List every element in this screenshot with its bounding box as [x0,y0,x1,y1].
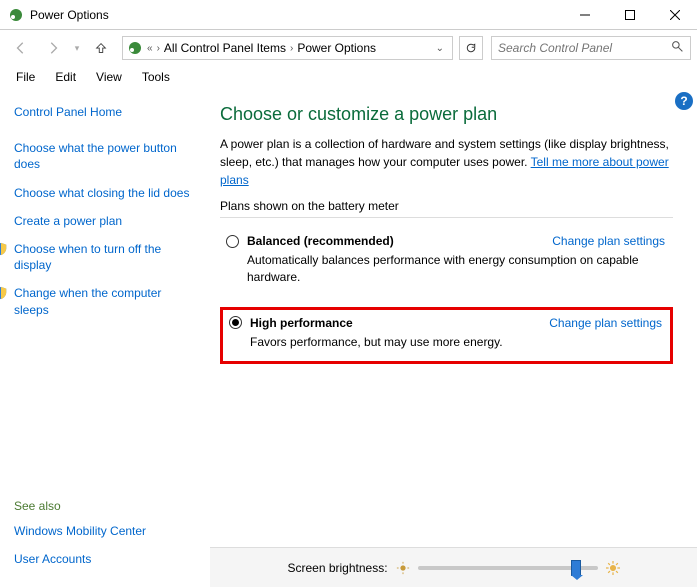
brightness-slider[interactable] [418,566,598,570]
divider [220,217,673,218]
back-button[interactable] [6,33,36,63]
breadcrumb[interactable]: « › All Control Panel Items › Power Opti… [122,36,453,60]
plan-description: Automatically balances performance with … [247,252,667,287]
page-heading: Choose or customize a power plan [220,104,673,125]
page-description: A power plan is a collection of hardware… [220,135,673,189]
up-button[interactable] [86,33,116,63]
sidebar-link[interactable]: Create a power plan [14,213,122,229]
refresh-button[interactable] [459,36,483,60]
window-title: Power Options [30,8,562,22]
control-panel-home-link[interactable]: Control Panel Home [14,104,122,120]
main-panel: ? Choose or customize a power plan A pow… [210,88,697,587]
plans-subheading: Plans shown on the battery meter [220,199,673,213]
power-plan-high-performance: Change plan settings High performance Fa… [220,307,673,364]
sidebar-link[interactable]: Choose what closing the lid does [14,185,189,201]
chevron-right-icon: « [147,43,153,54]
navbar: ▾ « › All Control Panel Items › Power Op… [0,30,697,66]
plan-name[interactable]: High performance [250,316,353,330]
maximize-button[interactable] [607,0,652,30]
sidebar-link[interactable]: Choose what the power button does [14,140,196,172]
sidebar-link[interactable]: Choose when to turn off the display [14,241,196,273]
plan-name[interactable]: Balanced (recommended) [247,234,394,248]
sun-dim-icon [396,561,410,575]
menubar: File Edit View Tools [0,66,697,88]
window-controls [562,0,697,29]
menu-edit[interactable]: Edit [47,68,84,86]
change-plan-settings-link[interactable]: Change plan settings [552,234,665,248]
forward-button[interactable] [38,33,68,63]
titlebar: Power Options [0,0,697,30]
breadcrumb-item[interactable]: All Control Panel Items [164,41,286,55]
menu-tools[interactable]: Tools [134,68,178,86]
menu-view[interactable]: View [88,68,130,86]
shield-icon [0,286,8,300]
change-plan-settings-link[interactable]: Change plan settings [549,316,662,330]
help-icon[interactable]: ? [675,92,693,110]
power-options-icon [127,40,143,56]
brightness-label: Screen brightness: [287,561,387,575]
recent-dropdown-icon[interactable]: ▾ [70,33,84,63]
chevron-right-icon: › [290,43,293,54]
shield-icon [0,242,8,256]
slider-thumb[interactable] [571,560,581,576]
search-input[interactable] [498,41,671,55]
minimize-button[interactable] [562,0,607,30]
sun-bright-icon [606,561,620,575]
power-plan-balanced: Change plan settings Balanced (recommend… [220,228,673,297]
content-area: Control Panel Home Choose what the power… [0,88,697,587]
radio-high-performance[interactable] [229,316,242,329]
close-button[interactable] [652,0,697,30]
chevron-right-icon: › [157,43,160,54]
breadcrumb-dropdown-icon[interactable]: ⌄ [432,43,448,54]
search-icon[interactable] [671,40,684,56]
plan-description: Favors performance, but may use more ene… [250,334,664,351]
radio-balanced[interactable] [226,235,239,248]
sidebar-link[interactable]: Change when the computer sleeps [14,285,196,317]
brightness-bar: Screen brightness: [210,547,697,587]
sidebar: Control Panel Home Choose what the power… [0,88,210,587]
menu-file[interactable]: File [8,68,43,86]
see-also-link[interactable]: Windows Mobility Center [14,523,146,539]
breadcrumb-item[interactable]: Power Options [297,41,376,55]
search-box[interactable] [491,36,691,60]
see-also-link[interactable]: User Accounts [14,551,91,567]
see-also-heading: See also [14,499,196,513]
power-options-icon [8,7,24,23]
